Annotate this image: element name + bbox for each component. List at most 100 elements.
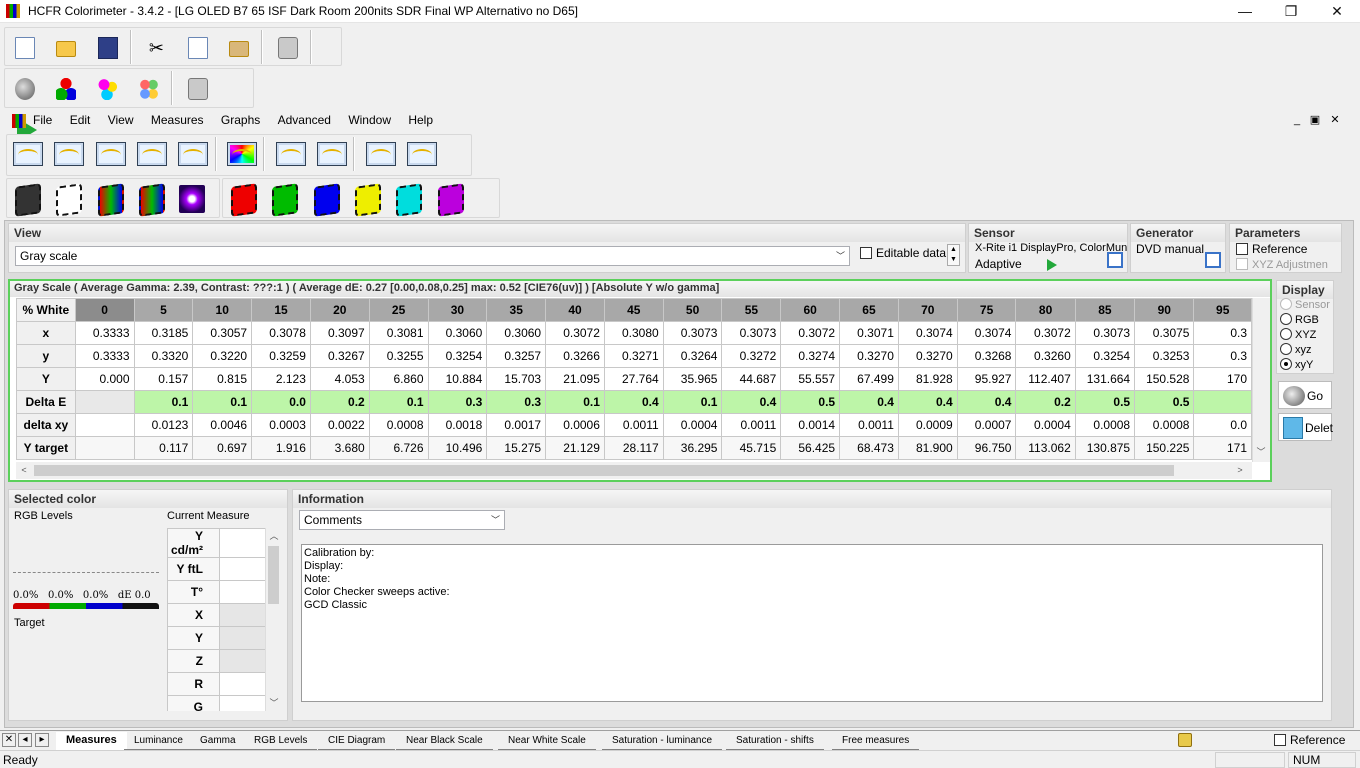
table-cell[interactable]: 0.3272 [721, 344, 782, 368]
table-cell[interactable] [74, 436, 135, 460]
table-cell[interactable]: 0.3274 [780, 344, 841, 368]
column-header[interactable]: 5 [133, 298, 194, 322]
grid-horizontal-scrollbar[interactable]: < > [16, 462, 1252, 479]
table-cell[interactable]: 0.3057 [192, 321, 253, 345]
generator-config-icon[interactable] [1205, 252, 1221, 268]
scroll-down-icon[interactable]: ﹀ [266, 695, 282, 711]
xyz-adjust-checkbox[interactable]: XYZ Adjustmen [1236, 258, 1328, 271]
mdi-restore-button[interactable]: ▣ [1306, 112, 1324, 128]
table-cell[interactable] [74, 413, 135, 437]
table-cell[interactable]: 0.3080 [603, 321, 664, 345]
reference-checkbox[interactable]: Reference [1236, 242, 1307, 256]
table-cell[interactable]: 0.697 [192, 436, 253, 460]
table-cell[interactable]: 0.2 [309, 390, 370, 414]
table-cell[interactable]: 15.703 [486, 367, 547, 391]
measure-scrollbar[interactable]: ︿ ﹀ [265, 528, 281, 711]
tab-reference-checkbox[interactable]: Reference [1274, 733, 1345, 747]
column-header[interactable]: 55 [721, 298, 782, 322]
table-cell[interactable]: 0.3264 [662, 344, 723, 368]
film-red-button[interactable] [224, 181, 260, 217]
table-cell[interactable]: 2.123 [251, 367, 311, 391]
new-button[interactable] [6, 30, 42, 64]
table-cell[interactable]: 0.0011 [839, 413, 899, 437]
save-button[interactable] [89, 30, 125, 64]
table-cell[interactable]: 10.496 [427, 436, 488, 460]
table-cell[interactable]: 0.3254 [1074, 344, 1136, 368]
table-cell[interactable]: 3.680 [309, 436, 370, 460]
table-cell[interactable]: 0.0011 [721, 413, 782, 437]
table-cell[interactable]: 0.1 [133, 390, 194, 414]
comments-textarea[interactable]: Calibration by: Display: Note: Color Checke… [301, 544, 1323, 702]
table-cell[interactable]: 0.0011 [603, 413, 664, 437]
table-cell[interactable]: 0.4 [956, 390, 1017, 414]
table-cell[interactable]: 0.3 [427, 390, 488, 414]
table-cell[interactable]: 0.3333 [74, 344, 135, 368]
table-cell[interactable]: 6.860 [368, 367, 429, 391]
tab-measures[interactable]: Measures [56, 732, 127, 750]
table-cell[interactable] [74, 390, 135, 414]
go-button[interactable]: Go [1278, 381, 1332, 409]
view-monitor-5-button[interactable] [173, 137, 209, 171]
table-cell[interactable]: 0.2 [1015, 390, 1076, 414]
table-cell[interactable]: 0.3259 [251, 344, 311, 368]
table-cell[interactable]: 131.664 [1074, 367, 1136, 391]
table-cell[interactable]: 0.3073 [662, 321, 723, 345]
scroll-thumb[interactable] [34, 465, 1174, 476]
menu-measures[interactable]: Measures [144, 110, 211, 127]
table-cell[interactable]: 95.927 [956, 367, 1017, 391]
pattern-button[interactable] [173, 181, 209, 215]
table-cell[interactable]: 0.1 [662, 390, 723, 414]
table-cell[interactable]: 0.3255 [368, 344, 429, 368]
film-yellow-button[interactable] [348, 181, 384, 217]
view-monitor-6-button[interactable] [271, 137, 307, 171]
table-cell[interactable]: 0.815 [192, 367, 253, 391]
tab-rgb-levels[interactable]: RGB Levels [244, 732, 318, 750]
tab-near-white-scale[interactable]: Near White Scale [498, 732, 596, 750]
table-cell[interactable]: 0.1 [545, 390, 605, 414]
table-cell[interactable]: 4.053 [309, 367, 370, 391]
colors-button[interactable] [89, 71, 125, 105]
table-cell[interactable]: 0.4 [721, 390, 782, 414]
table-cell[interactable]: 21.095 [545, 367, 605, 391]
table-cell[interactable]: 0.3220 [192, 344, 253, 368]
view-monitor-2-button[interactable] [49, 137, 85, 171]
film-cyan-button[interactable] [389, 181, 425, 217]
menu-graphs[interactable]: Graphs [214, 110, 267, 127]
column-header[interactable]: 45 [603, 298, 664, 322]
column-header[interactable]: 0 [74, 298, 135, 322]
table-cell[interactable]: 0.3260 [1015, 344, 1076, 368]
table-cell[interactable]: 10.884 [427, 367, 488, 391]
film-magenta-button[interactable] [431, 181, 467, 217]
film-blue-button[interactable] [307, 181, 343, 217]
close-tab-icon[interactable]: ✕ [2, 733, 16, 747]
editable-spinner[interactable]: ▲ ▼ [947, 244, 960, 266]
copy-button[interactable] [179, 30, 215, 64]
table-cell[interactable]: 0.3074 [897, 321, 958, 345]
table-cell[interactable]: 113.062 [1015, 436, 1076, 460]
display-option-xyz[interactable]: xyz [1280, 343, 1330, 358]
film-white-button[interactable] [49, 181, 85, 217]
film-black-button[interactable] [8, 181, 44, 217]
table-cell[interactable]: 0.1 [192, 390, 253, 414]
table-cell[interactable]: 0.3073 [721, 321, 782, 345]
mdi-minimize-button[interactable]: _ [1288, 112, 1306, 128]
multi-colors-button[interactable] [130, 71, 166, 105]
table-cell[interactable]: 0.3253 [1134, 344, 1195, 368]
table-cell[interactable]: 0.3 [1193, 344, 1252, 368]
table-cell[interactable]: 0.3320 [133, 344, 194, 368]
view-monitor-9-button[interactable] [402, 137, 438, 171]
menu-help[interactable]: Help [401, 110, 440, 127]
column-header[interactable]: 95 [1193, 298, 1252, 322]
column-header[interactable]: 70 [897, 298, 958, 322]
tab-saturation-shifts[interactable]: Saturation - shifts [726, 732, 824, 750]
display-option-sensor[interactable]: Sensor [1280, 298, 1330, 313]
table-cell[interactable]: 55.557 [780, 367, 841, 391]
table-cell[interactable]: 170 [1193, 367, 1252, 391]
table-cell[interactable]: 0.0014 [780, 413, 841, 437]
table-cell[interactable]: 0.0022 [309, 413, 370, 437]
paste-button[interactable] [220, 30, 256, 64]
table-cell[interactable]: 6.726 [368, 436, 429, 460]
table-cell[interactable]: 0.3270 [839, 344, 899, 368]
table-cell[interactable]: 0.4 [839, 390, 899, 414]
column-header[interactable]: 35 [486, 298, 547, 322]
